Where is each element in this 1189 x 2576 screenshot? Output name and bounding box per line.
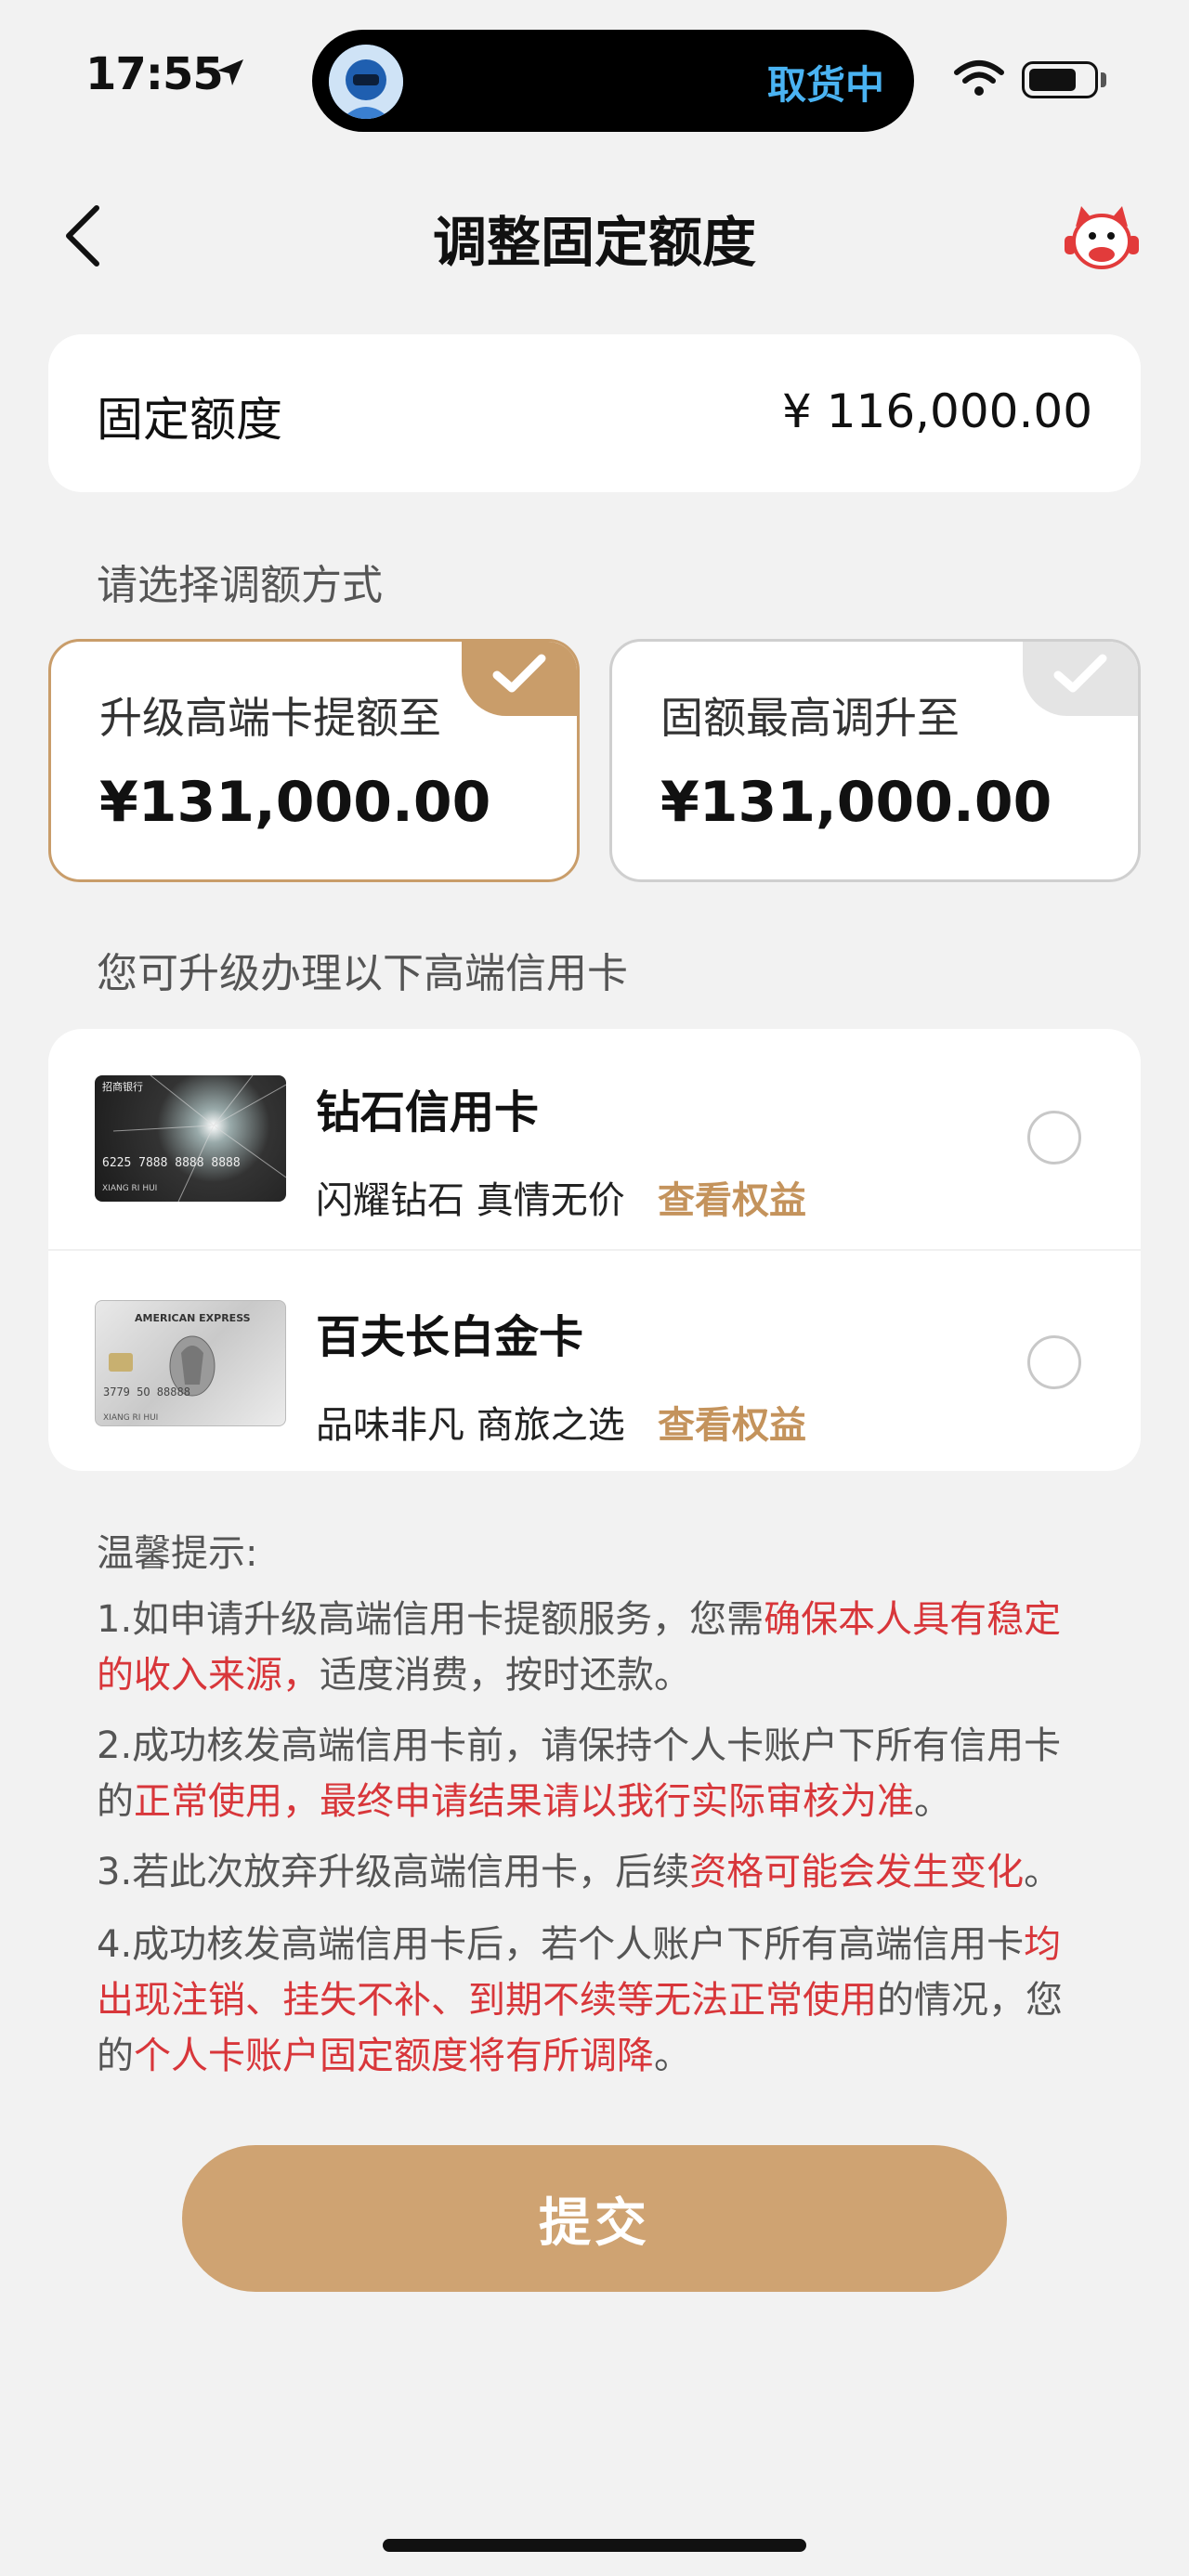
tip-4: 4.成功核发高端信用卡后，若个人账户下所有高端信用卡均出现注销、挂失不补、到期不…	[97, 1923, 1063, 2077]
option-amount: ¥131,000.00	[99, 770, 491, 835]
card-holder: XIANG RI HUI	[102, 1184, 157, 1193]
card-name[interactable]: 钻石信用卡	[316, 1075, 539, 1140]
fixed-limit-label: 固定额度	[97, 393, 282, 447]
card-name[interactable]: 百夫长白金卡	[316, 1300, 583, 1365]
option-amount: ¥131,000.00	[660, 770, 1052, 835]
card-bank-name: 招商银行	[102, 1080, 143, 1093]
adjust-method-label: 请选择调额方式	[97, 562, 383, 609]
tips-title: 温馨提示:	[97, 1532, 258, 1575]
selected-check-icon	[462, 642, 577, 716]
option-upgrade-card[interactable]: 升级高端卡提额至 ¥131,000.00	[48, 639, 580, 882]
page-title: 调整固定额度	[432, 211, 756, 274]
tip-3: 3.若此次放弃升级高端信用卡，后续资格可能会发生变化。	[97, 1851, 1062, 1893]
battery-tip	[1101, 72, 1106, 87]
card-number: 6225 7888 8888 8888	[102, 1156, 241, 1170]
card-slogan: 闪耀钻石 真情无价	[316, 1179, 625, 1222]
platinum-card-image[interactable]: AMERICAN EXPRESS 3779 5O 88888 XIANG RI …	[95, 1300, 286, 1426]
location-arrow-icon	[217, 59, 243, 85]
wifi-icon	[954, 60, 1004, 96]
fixed-limit-value: ¥ 116,000.00	[782, 384, 1092, 438]
cards-section-label: 您可升级办理以下高端信用卡	[97, 950, 628, 997]
option-title: 固额最高调升至	[660, 693, 960, 743]
card-brand: AMERICAN EXPRESS	[135, 1312, 251, 1324]
list-divider	[48, 1249, 1141, 1251]
option-title: 升级高端卡提额至	[99, 693, 441, 743]
option-raise-fixed[interactable]: 固额最高调升至 ¥131,000.00	[609, 639, 1141, 882]
unselected-check-icon	[1023, 642, 1138, 716]
tip-2: 2.成功核发高端信用卡前，请保持个人卡账户下所有信用卡的正常使用，最终申请结果请…	[97, 1724, 1062, 1823]
card-radio[interactable]	[1027, 1111, 1081, 1164]
view-benefits-link[interactable]: 查看权益	[658, 1395, 806, 1449]
mascot-service-icon[interactable]	[1063, 199, 1141, 277]
card-holder: XIANG RI HUI	[103, 1413, 158, 1423]
card-slogan: 品味非凡 商旅之选	[316, 1404, 625, 1447]
card-radio[interactable]	[1027, 1335, 1081, 1389]
view-benefits-link[interactable]: 查看权益	[658, 1170, 806, 1224]
home-indicator[interactable]	[383, 2539, 806, 2552]
island-status-text: 取货中	[767, 62, 885, 108]
status-time: 17:55	[85, 48, 224, 100]
battery-icon	[1022, 61, 1098, 98]
diamond-card-image[interactable]: 招商银行 6225 7888 8888 8888 XIANG RI HUI	[95, 1075, 286, 1202]
submit-button[interactable]: 提交	[182, 2145, 1007, 2292]
courier-avatar-icon	[329, 45, 403, 119]
tip-1: 1.如申请升级高端信用卡提额服务，您需确保本人具有稳定的收入来源，适度消费，按时…	[97, 1598, 1062, 1697]
card-number: 3779 5O 88888	[103, 1386, 190, 1399]
